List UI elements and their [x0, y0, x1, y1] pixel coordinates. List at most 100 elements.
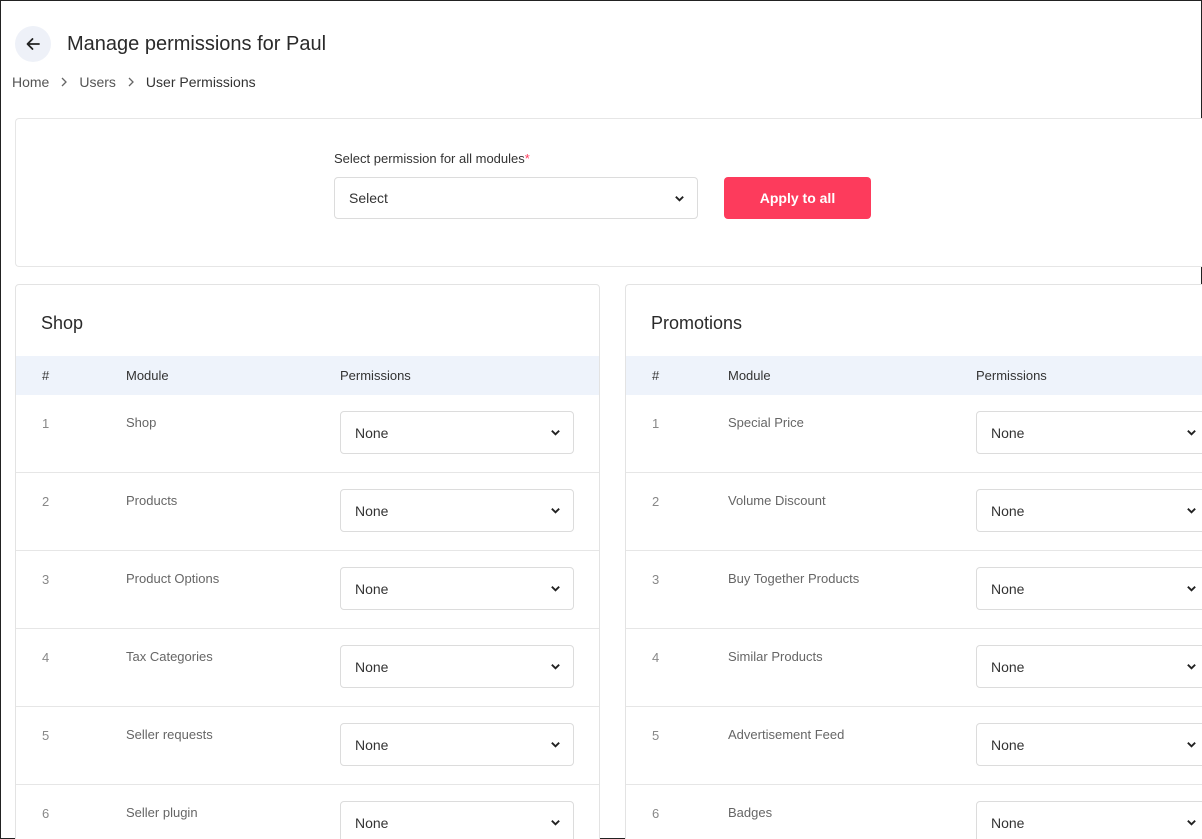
table-row: 3 Buy Together Products None [626, 551, 1202, 629]
row-number: 4 [42, 650, 50, 665]
col-module-header: Module [126, 368, 169, 383]
module-name: Products [126, 493, 178, 508]
promotions-panel: Promotions # Module Permissions 1 Special… [625, 284, 1202, 839]
permission-select[interactable]: None [976, 567, 1202, 610]
chevron-down-icon [675, 195, 684, 202]
permission-select[interactable]: None [340, 489, 574, 532]
row-number: 4 [652, 650, 660, 665]
table-row: 4 Similar Products None [626, 629, 1202, 707]
permission-select-value: None [355, 502, 389, 519]
row-number: 5 [42, 728, 50, 743]
permission-select[interactable]: None [976, 411, 1202, 454]
permission-select[interactable]: None [976, 723, 1202, 766]
row-number: 1 [42, 416, 50, 431]
module-name: Seller plugin [126, 805, 198, 820]
page-title: Manage permissions for Paul [67, 32, 327, 55]
permission-select-value: None [991, 658, 1025, 675]
chevron-down-icon [551, 742, 560, 748]
table-row: 5 Seller requests None [16, 707, 599, 785]
breadcrumb-current: User Permissions [145, 74, 256, 90]
row-number: 3 [652, 572, 660, 587]
row-number: 2 [42, 494, 50, 509]
chevron-right-icon [60, 75, 68, 90]
permission-select[interactable]: None [340, 567, 574, 610]
col-permissions-header: Permissions [976, 368, 1047, 383]
table-header: # Module Permissions [626, 356, 1202, 395]
col-number-header: # [652, 368, 660, 383]
chevron-down-icon [1187, 586, 1196, 592]
table-row: 3 Product Options None [16, 551, 599, 629]
chevron-down-icon [551, 508, 560, 514]
permission-select[interactable]: None [340, 723, 574, 766]
apply-to-all-button[interactable]: Apply to all [724, 177, 871, 219]
permission-select-value: None [355, 736, 389, 753]
table-row: 5 Advertisement Feed None [626, 707, 1202, 785]
chevron-down-icon [551, 430, 560, 436]
breadcrumb: Home Users User Permissions [12, 74, 256, 90]
row-number: 6 [42, 806, 50, 821]
permission-select-value: None [991, 424, 1025, 441]
chevron-down-icon [551, 664, 560, 670]
module-name: Special Price [728, 415, 804, 430]
chevron-down-icon [551, 586, 560, 592]
chevron-down-icon [1187, 820, 1196, 826]
permission-select[interactable]: None [340, 411, 574, 454]
bulk-permission-select[interactable]: Select [334, 177, 698, 219]
module-name: Seller requests [126, 727, 213, 742]
permission-select-value: None [355, 814, 389, 831]
permission-select-value: None [355, 580, 389, 597]
permission-select[interactable]: None [976, 801, 1202, 839]
permission-select-value: None [991, 580, 1025, 597]
module-name: Badges [728, 805, 773, 820]
permission-select-value: None [991, 736, 1025, 753]
chevron-down-icon [1187, 430, 1196, 436]
breadcrumb-users[interactable]: Users [79, 74, 116, 90]
permission-select-value: None [355, 424, 389, 441]
shop-panel: Shop # Module Permissions 1 Shop None 2 Prod… [15, 284, 600, 839]
panel-title: Promotions [651, 313, 743, 333]
table-row: 1 Special Price None [626, 395, 1202, 473]
chevron-down-icon [1187, 508, 1196, 514]
module-name: Advertisement Feed [728, 727, 845, 742]
row-number: 5 [652, 728, 660, 743]
back-button[interactable] [15, 26, 51, 62]
chevron-right-icon [127, 75, 135, 90]
table-row: 2 Volume Discount None [626, 473, 1202, 551]
arrow-left-icon [26, 38, 40, 50]
col-module-header: Module [728, 368, 771, 383]
table-row: 1 Shop None [16, 395, 599, 473]
page-header: Manage permissions for Paul [15, 26, 326, 62]
chevron-down-icon [1187, 664, 1196, 670]
table-row: 6 Badges None [626, 785, 1202, 839]
row-number: 3 [42, 572, 50, 587]
table-row: 2 Products None [16, 473, 599, 551]
module-name: Similar Products [728, 649, 823, 664]
col-permissions-header: Permissions [340, 368, 411, 383]
permission-select-value: None [991, 814, 1025, 831]
permission-select[interactable]: None [340, 801, 574, 839]
chevron-down-icon [1187, 742, 1196, 748]
table-row: 6 Seller plugin None [16, 785, 599, 839]
col-number-header: # [42, 368, 50, 383]
table-row: 4 Tax Categories None [16, 629, 599, 707]
row-number: 2 [652, 494, 660, 509]
permission-select[interactable]: None [976, 489, 1202, 532]
breadcrumb-home[interactable]: Home [12, 74, 49, 90]
bulk-select-value: Select [349, 190, 388, 206]
permission-select-value: None [991, 502, 1025, 519]
chevron-down-icon [551, 820, 560, 826]
row-number: 1 [652, 416, 660, 431]
permission-select[interactable]: None [976, 645, 1202, 688]
permission-select-value: None [355, 658, 389, 675]
row-number: 6 [652, 806, 660, 821]
permission-select[interactable]: None [340, 645, 574, 688]
module-name: Shop [126, 415, 157, 430]
table-header: # Module Permissions [16, 356, 599, 395]
required-marker: * [524, 151, 530, 166]
panel-title: Shop [41, 313, 84, 333]
bulk-permission-card: Select permission for all modules* Selec… [15, 118, 1202, 267]
module-name: Volume Discount [728, 493, 826, 508]
module-name: Tax Categories [126, 649, 213, 664]
bulk-permission-label: Select permission for all modules* [334, 151, 530, 166]
module-name: Buy Together Products [728, 571, 860, 586]
